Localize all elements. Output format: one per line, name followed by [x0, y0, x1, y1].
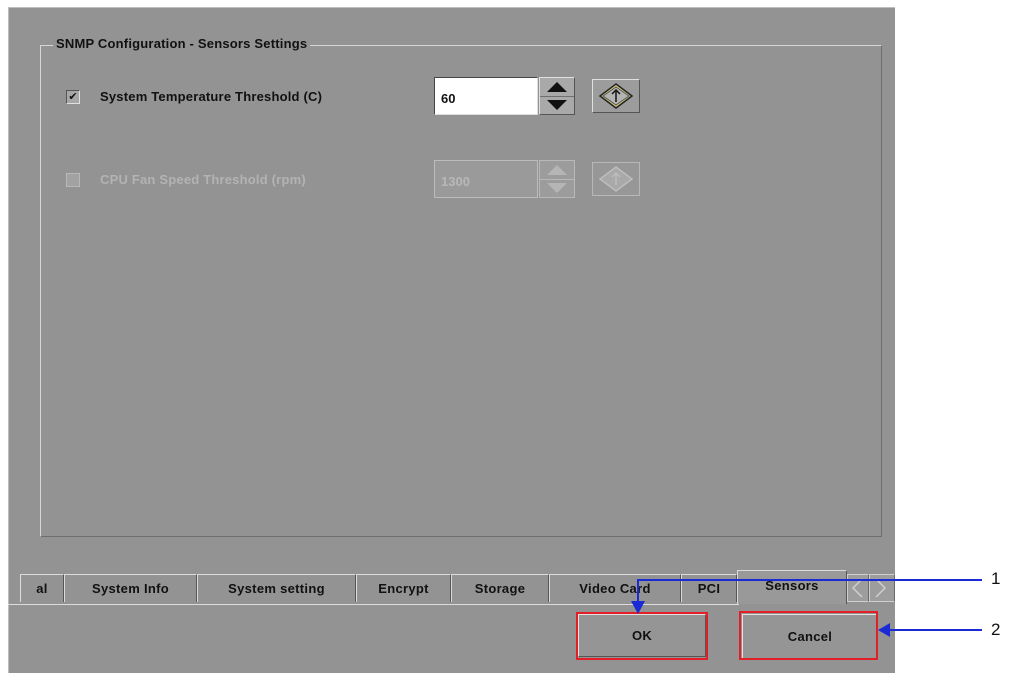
- callout-label-2: 2: [991, 620, 1001, 639]
- arrow-head-1: [631, 601, 645, 614]
- callout-arrows: [631, 579, 982, 637]
- callout-label-1: 1: [991, 569, 1001, 588]
- arrow-head-2: [878, 623, 890, 637]
- callout-line-1: [637, 579, 982, 604]
